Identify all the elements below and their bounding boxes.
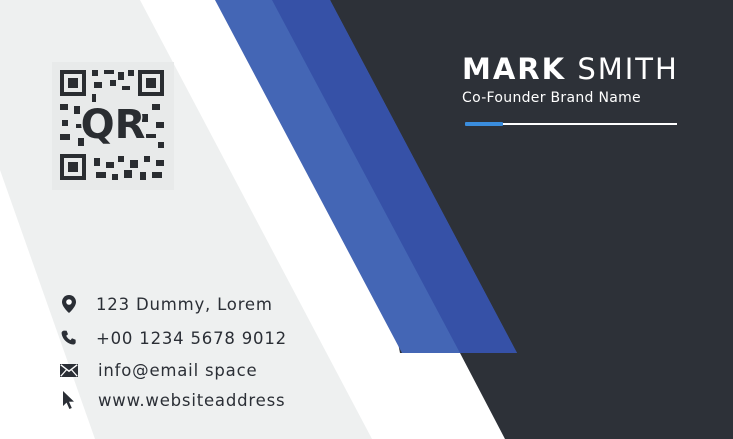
contact-address: 123 Dummy, Lorem [58,294,273,314]
phone-icon [58,328,80,348]
business-card: QR MARK SMITH Co-Founder Brand Name 123 … [0,0,733,439]
qr-label: QR [81,102,146,148]
website-text: www.websiteaddress [98,390,286,410]
job-title: Co-Founder Brand Name [462,90,641,106]
envelope-icon [58,360,80,380]
full-name: MARK SMITH [462,52,682,86]
contact-website: www.websiteaddress [58,390,285,410]
qr-code-image: QR [52,62,174,190]
phone-text: +00 1234 5678 9012 [96,328,287,348]
contact-email: info@email space [58,360,257,380]
email-text: info@email space [98,360,258,380]
underline-accent [465,122,503,126]
first-name: MARK [462,52,567,86]
last-name: SMITH [577,52,679,86]
location-pin-icon [58,294,80,314]
cursor-arrow-icon [58,390,80,410]
address-text: 123 Dummy, Lorem [96,294,273,314]
contact-phone: +00 1234 5678 9012 [58,328,287,348]
name-underline [465,122,677,126]
name-block: MARK SMITH Co-Founder Brand Name [462,52,682,106]
